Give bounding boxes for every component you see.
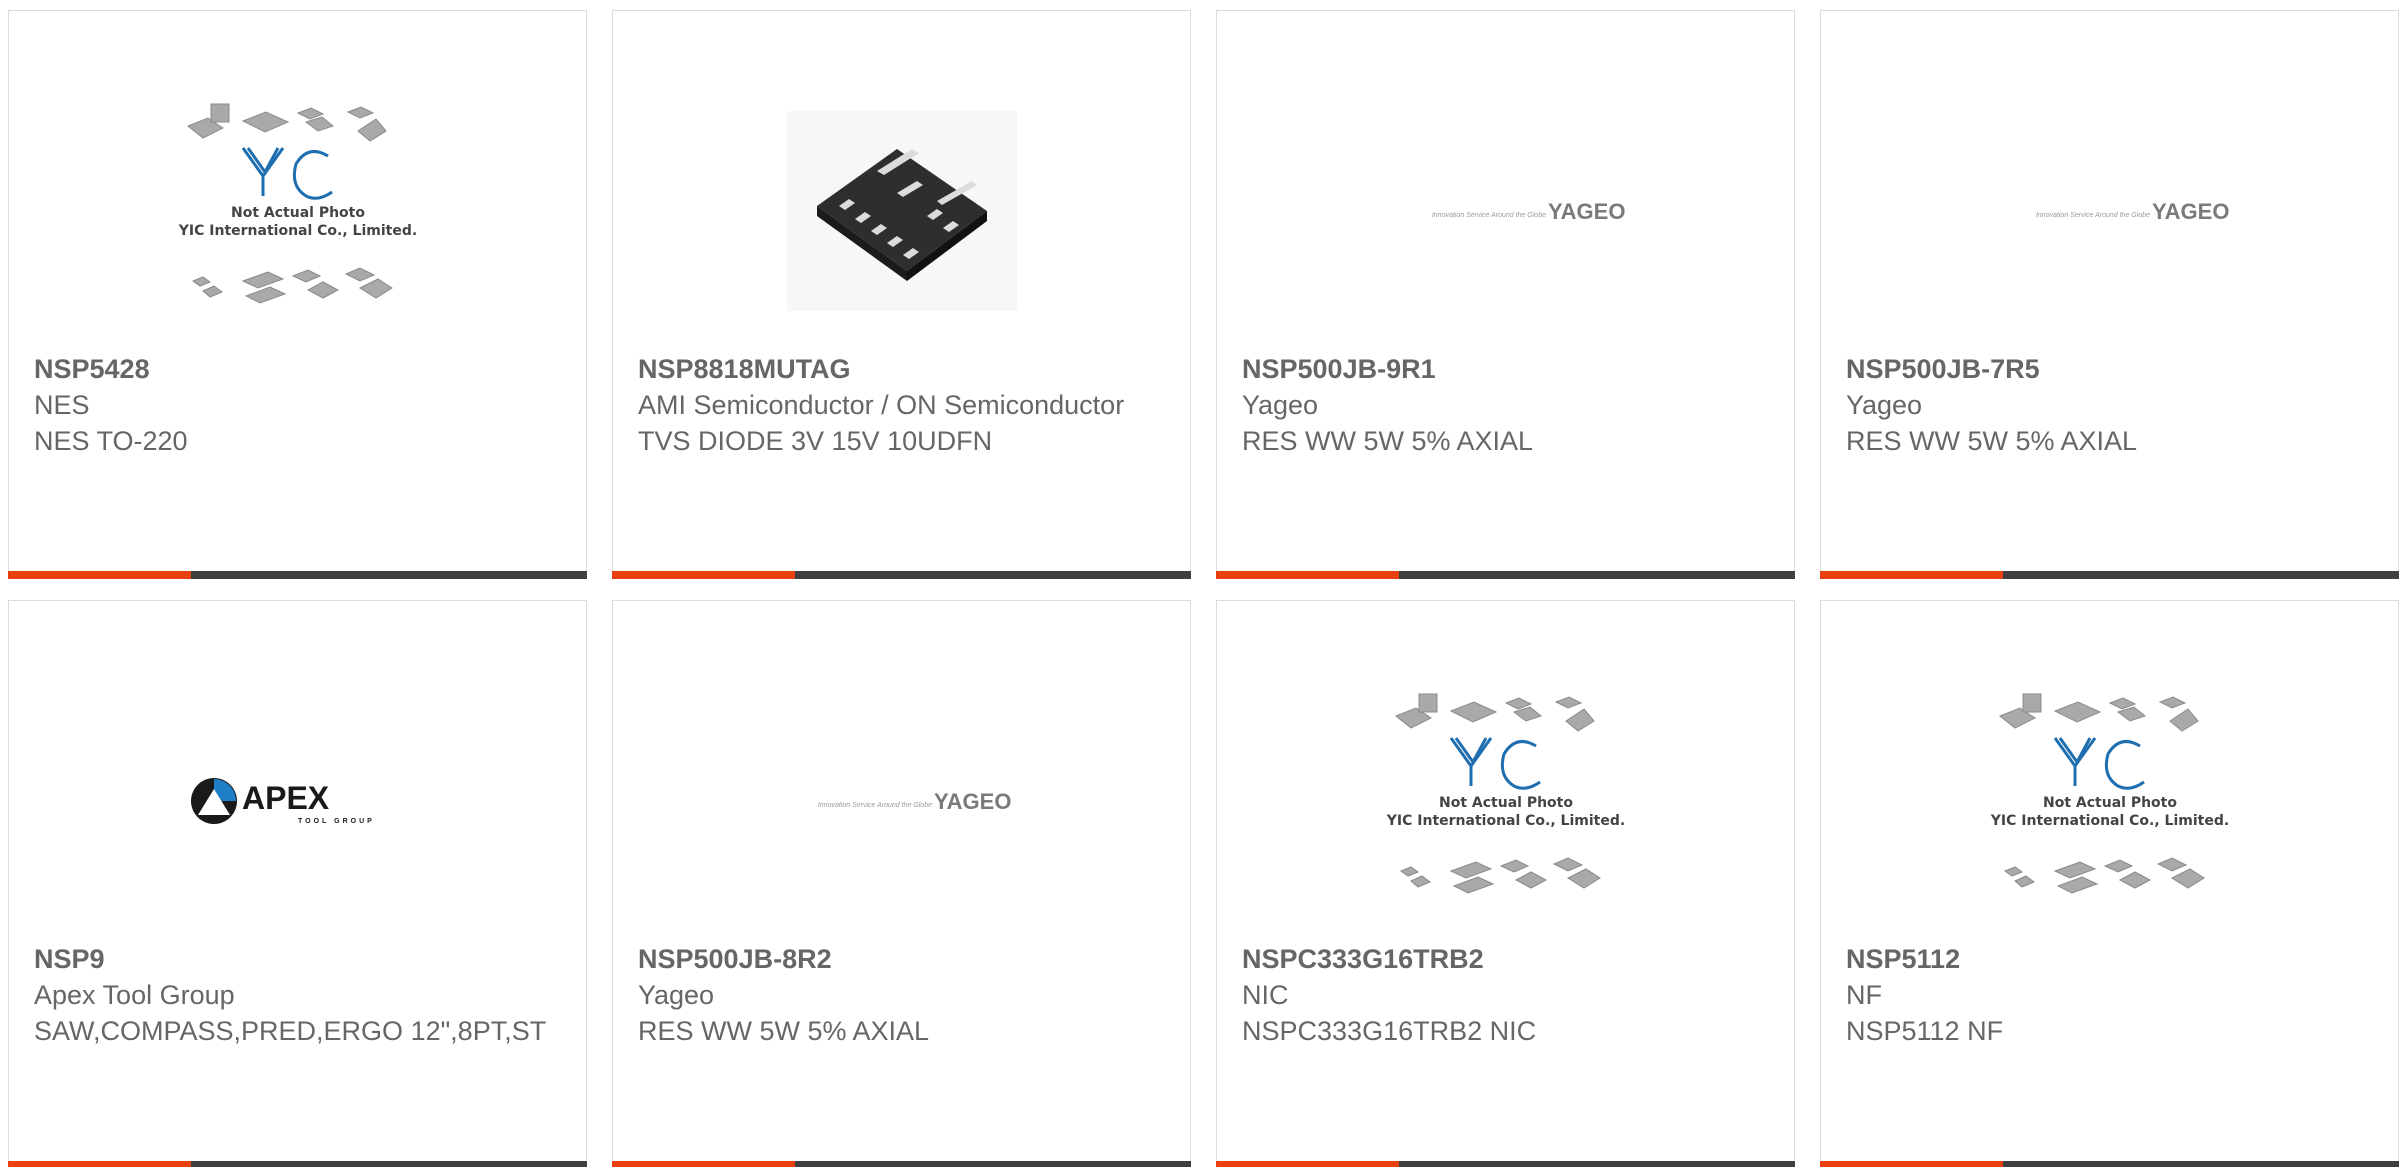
product-card[interactable]: Innovation Service Around the Globe YAGE… <box>1216 10 1795 579</box>
product-card[interactable]: APEX TOOL GROUP NSP9 Apex Tool Group SAW… <box>8 600 587 1167</box>
card-accent-bar <box>1216 571 1795 579</box>
product-card[interactable]: Not Actual Photo YIC International Co., … <box>1820 600 2399 1167</box>
svg-text:YIC International Co., Limited: YIC International Co., Limited. <box>177 223 416 239</box>
product-image[interactable]: Innovation Service Around the Globe YAGE… <box>1217 71 1794 351</box>
card-accent-bar <box>1216 1161 1795 1167</box>
apex-logo-icon: APEX TOOL GROUP <box>190 778 375 825</box>
product-info: NSP5428 NES NES TO-220 <box>34 351 561 459</box>
card-accent-bar <box>8 571 587 579</box>
yic-placeholder-icon: Not Actual Photo YIC International Co., … <box>177 103 417 304</box>
product-image[interactable]: Not Actual Photo YIC International Co., … <box>9 71 586 351</box>
part-number[interactable]: NSP8818MUTAG <box>638 351 1165 387</box>
product-image[interactable]: APEX TOOL GROUP <box>9 661 586 941</box>
card-accent-bar <box>1820 1161 2399 1167</box>
product-info: NSP500JB-9R1 Yageo RES WW 5W 5% AXIAL <box>1242 351 1769 459</box>
part-number[interactable]: NSP5428 <box>34 351 561 387</box>
svg-text:APEX: APEX <box>242 780 330 816</box>
svg-text:Not Actual Photo: Not Actual Photo <box>231 205 365 221</box>
svg-text:YIC International Co., Limited: YIC International Co., Limited. <box>1989 813 2228 829</box>
manufacturer: NIC <box>1242 980 1289 1010</box>
product-info: NSP5112 NF NSP5112 NF <box>1846 941 2373 1049</box>
svg-text:Innovation Service Around the: Innovation Service Around the Globe <box>817 802 931 809</box>
udfn-chip-photo-icon <box>786 111 1017 311</box>
product-image[interactable]: Innovation Service Around the Globe YAGE… <box>1821 71 2398 351</box>
manufacturer: AMI Semiconductor / ON Semiconductor <box>638 390 1125 420</box>
description: NSPC333G16TRB2 NIC <box>1242 1016 1537 1046</box>
description: RES WW 5W 5% AXIAL <box>1846 426 2138 456</box>
product-card[interactable]: Not Actual Photo YIC International Co., … <box>1216 600 1795 1167</box>
description: RES WW 5W 5% AXIAL <box>1242 426 1534 456</box>
yageo-logo-icon: Innovation Service Around the Globe YAGE… <box>2035 199 2229 224</box>
product-info: NSPC333G16TRB2 NIC NSPC333G16TRB2 NIC <box>1242 941 1769 1049</box>
product-image[interactable]: Not Actual Photo YIC International Co., … <box>1821 661 2398 941</box>
svg-text:YIC International Co., Limited: YIC International Co., Limited. <box>1385 813 1624 829</box>
part-number[interactable]: NSP500JB-8R2 <box>638 941 1165 977</box>
product-info: NSP9 Apex Tool Group SAW,COMPASS,PRED,ER… <box>34 941 561 1049</box>
manufacturer: Yageo <box>1242 390 1319 420</box>
manufacturer: NES <box>34 390 90 420</box>
description: NSP5112 NF <box>1846 1016 2004 1046</box>
description: RES WW 5W 5% AXIAL <box>638 1016 930 1046</box>
svg-text:Innovation Service Around the: Innovation Service Around the Globe <box>2035 212 2149 219</box>
manufacturer: Apex Tool Group <box>34 980 235 1010</box>
card-accent-bar <box>1820 571 2399 579</box>
svg-text:Not Actual Photo: Not Actual Photo <box>1439 795 1573 811</box>
svg-text:TOOL GROUP: TOOL GROUP <box>298 818 375 825</box>
yic-placeholder-icon: Not Actual Photo YIC International Co., … <box>1385 693 1625 894</box>
yic-placeholder-icon: Not Actual Photo YIC International Co., … <box>1989 693 2229 894</box>
svg-text:Not Actual Photo: Not Actual Photo <box>2043 795 2177 811</box>
card-accent-bar <box>612 1161 1191 1167</box>
card-accent-bar <box>612 571 1191 579</box>
part-number[interactable]: NSP500JB-7R5 <box>1846 351 2373 387</box>
card-accent-bar <box>8 1161 587 1167</box>
yageo-logo-icon: Innovation Service Around the Globe YAGE… <box>1431 199 1625 224</box>
part-number[interactable]: NSP9 <box>34 941 561 977</box>
description: NES TO-220 <box>34 426 188 456</box>
svg-text:YAGEO: YAGEO <box>2152 199 2229 224</box>
product-info: NSP8818MUTAG AMI Semiconductor / ON Semi… <box>638 351 1165 459</box>
manufacturer: NF <box>1846 980 1882 1010</box>
part-number[interactable]: NSP5112 <box>1846 941 2373 977</box>
product-grid: Not Actual Photo YIC International Co., … <box>0 0 2400 1167</box>
product-image[interactable]: Not Actual Photo YIC International Co., … <box>1217 661 1794 941</box>
product-info: NSP500JB-7R5 Yageo RES WW 5W 5% AXIAL <box>1846 351 2373 459</box>
product-image[interactable] <box>613 71 1190 351</box>
svg-text:Innovation Service Around the: Innovation Service Around the Globe <box>1431 212 1545 219</box>
manufacturer: Yageo <box>638 980 715 1010</box>
product-image[interactable]: Innovation Service Around the Globe YAGE… <box>613 661 1190 941</box>
yageo-logo-icon: Innovation Service Around the Globe YAGE… <box>817 789 1011 814</box>
description: SAW,COMPASS,PRED,ERGO 12",8PT,ST <box>34 1016 547 1046</box>
manufacturer: Yageo <box>1846 390 1923 420</box>
part-number[interactable]: NSPC333G16TRB2 <box>1242 941 1769 977</box>
svg-text:YAGEO: YAGEO <box>934 789 1011 814</box>
part-number[interactable]: NSP500JB-9R1 <box>1242 351 1769 387</box>
product-card[interactable]: Innovation Service Around the Globe YAGE… <box>1820 10 2399 579</box>
product-card[interactable]: Not Actual Photo YIC International Co., … <box>8 10 587 579</box>
svg-text:YAGEO: YAGEO <box>1548 199 1625 224</box>
description: TVS DIODE 3V 15V 10UDFN <box>638 426 993 456</box>
product-card[interactable]: Innovation Service Around the Globe YAGE… <box>612 600 1191 1167</box>
product-card[interactable]: NSP8818MUTAG AMI Semiconductor / ON Semi… <box>612 10 1191 579</box>
product-info: NSP500JB-8R2 Yageo RES WW 5W 5% AXIAL <box>638 941 1165 1049</box>
